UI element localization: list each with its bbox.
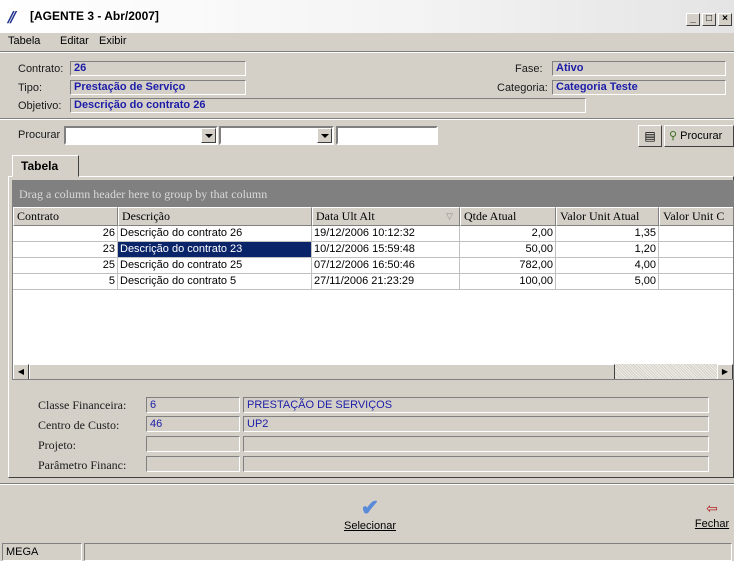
cell-valor[interactable]: 1,35	[556, 226, 659, 242]
cell-valor-c[interactable]	[659, 226, 733, 242]
exit-door-icon: ⇦	[706, 500, 718, 516]
objetivo-label: Objetivo:	[18, 100, 62, 112]
binoculars-icon: ⚲	[669, 130, 678, 142]
menu-exibir[interactable]: Exibir	[99, 35, 127, 47]
cell-descricao[interactable]: Descrição do contrato 25	[118, 258, 312, 274]
column-header-data-label: Data Ult Alt	[316, 209, 375, 223]
cell-qtde[interactable]: 2,00	[460, 226, 556, 242]
scroll-right-button[interactable]: ▶	[717, 364, 733, 379]
status-panel	[84, 543, 732, 561]
search-input[interactable]	[336, 126, 438, 145]
cell-qtde[interactable]: 782,00	[460, 258, 556, 274]
cell-data[interactable]: 27/11/2006 21:23:29	[312, 274, 460, 290]
menu-bar: Tabela Editar Exibir	[0, 33, 734, 50]
status-bar: MEGA	[0, 541, 734, 561]
cell-descricao-selected[interactable]: Descrição do contrato 23	[118, 242, 312, 258]
app-logo-icon: //	[8, 8, 16, 26]
classe-financeira-label: Classe Financeira:	[38, 398, 127, 412]
minimize-button[interactable]: _	[686, 13, 700, 26]
procurar-label: Procurar	[18, 129, 61, 141]
projeto-code-field	[146, 436, 240, 452]
tab-tabela[interactable]: Tabela	[12, 155, 79, 177]
chevron-down-icon[interactable]	[201, 128, 216, 143]
chevron-down-icon[interactable]	[317, 128, 332, 143]
parametro-code-field	[146, 456, 240, 472]
centro-name-field: UP2	[243, 416, 709, 432]
cell-valor[interactable]: 4,00	[556, 258, 659, 274]
tipo-label: Tipo:	[18, 82, 43, 94]
projeto-name-field	[243, 436, 709, 452]
cell-descricao[interactable]: Descrição do contrato 5	[118, 274, 312, 290]
column-header-valor-unit-atual[interactable]: Valor Unit Atual	[556, 207, 659, 226]
action-bar: ✔ Selecionar ⇦ Fechar	[0, 486, 734, 540]
cell-descricao[interactable]: Descrição do contrato 26	[118, 226, 312, 242]
fechar-button[interactable]: ⇦ Fechar	[690, 498, 734, 538]
menu-editar[interactable]: Editar	[60, 35, 89, 47]
projeto-label: Projeto:	[38, 438, 76, 452]
fase-field: Ativo	[552, 61, 726, 76]
group-by-area[interactable]: Drag a column header here to group by th…	[13, 181, 733, 207]
column-header-valor-unit-c[interactable]: Valor Unit C	[659, 207, 733, 226]
centro-code-field: 46	[146, 416, 240, 432]
cell-contrato[interactable]: 26	[13, 226, 118, 242]
search-operator-select[interactable]	[219, 126, 334, 145]
divider	[0, 483, 734, 485]
close-button[interactable]: ×	[718, 13, 732, 26]
parametro-name-field	[243, 456, 709, 472]
cell-data[interactable]: 10/12/2006 15:59:48	[312, 242, 460, 258]
cell-valor-c[interactable]	[659, 258, 733, 274]
cell-data[interactable]: 07/12/2006 16:50:46	[312, 258, 460, 274]
cell-valor[interactable]: 5,00	[556, 274, 659, 290]
application-window: // [AGENTE 3 - Abr/2007] _ □ × Tabela Ed…	[0, 0, 734, 561]
procurar-button[interactable]: ⚲ Procurar	[664, 125, 734, 147]
parametro-financ-label: Parâmetro Financ:	[38, 458, 127, 472]
horizontal-scrollbar[interactable]: ◀ ▶	[13, 364, 733, 379]
cell-qtde[interactable]: 50,00	[460, 242, 556, 258]
classe-code-field: 6	[146, 397, 240, 413]
divider	[0, 51, 734, 53]
cell-data[interactable]: 19/12/2006 10:12:32	[312, 226, 460, 242]
scroll-left-button[interactable]: ◀	[13, 364, 29, 379]
filter-button[interactable]: ▤	[638, 125, 662, 147]
cell-valor-c[interactable]	[659, 274, 733, 290]
column-header-descricao[interactable]: Descrição	[118, 207, 312, 226]
tipo-field: Prestação de Serviço	[70, 80, 246, 95]
cell-contrato[interactable]: 23	[13, 242, 118, 258]
status-text: MEGA	[2, 543, 82, 561]
maximize-button[interactable]: □	[702, 13, 716, 26]
objetivo-field: Descrição do contrato 26	[70, 98, 586, 113]
categoria-label: Categoria:	[497, 82, 548, 94]
selecionar-label: Selecionar	[344, 520, 396, 532]
cell-qtde[interactable]: 100,00	[460, 274, 556, 290]
column-header-contrato[interactable]: Contrato	[13, 207, 118, 226]
cell-contrato[interactable]: 25	[13, 258, 118, 274]
categoria-field: Categoria Teste	[552, 80, 726, 95]
title-bar[interactable]: // [AGENTE 3 - Abr/2007] _ □ ×	[0, 0, 734, 33]
window-title: [AGENTE 3 - Abr/2007]	[30, 9, 159, 23]
cell-contrato[interactable]: 5	[13, 274, 118, 290]
data-grid[interactable]: Drag a column header here to group by th…	[12, 180, 734, 380]
fase-label: Fase:	[515, 63, 543, 75]
selecionar-button[interactable]: ✔ Selecionar	[338, 496, 402, 536]
sort-icon: ▽	[446, 211, 453, 221]
contrato-label: Contrato:	[18, 63, 64, 75]
divider	[0, 118, 734, 120]
filter-icon: ▤	[644, 129, 656, 143]
cell-valor[interactable]: 1,20	[556, 242, 659, 258]
cell-valor-c[interactable]	[659, 242, 733, 258]
contrato-field: 26	[70, 61, 246, 76]
column-header-data[interactable]: Data Ult Alt ▽	[312, 207, 460, 226]
search-field-select[interactable]	[64, 126, 218, 145]
fechar-label: Fechar	[694, 518, 730, 530]
menu-tabela[interactable]: Tabela	[8, 35, 40, 47]
centro-custo-label: Centro de Custo:	[38, 418, 120, 432]
procurar-button-label: Procurar	[680, 130, 723, 142]
column-header-qtde[interactable]: Qtde Atual	[460, 207, 556, 226]
classe-name-field: PRESTAÇÃO DE SERVIÇOS	[243, 397, 709, 413]
check-icon: ✔	[360, 495, 380, 520]
scroll-thumb[interactable]	[29, 364, 615, 379]
